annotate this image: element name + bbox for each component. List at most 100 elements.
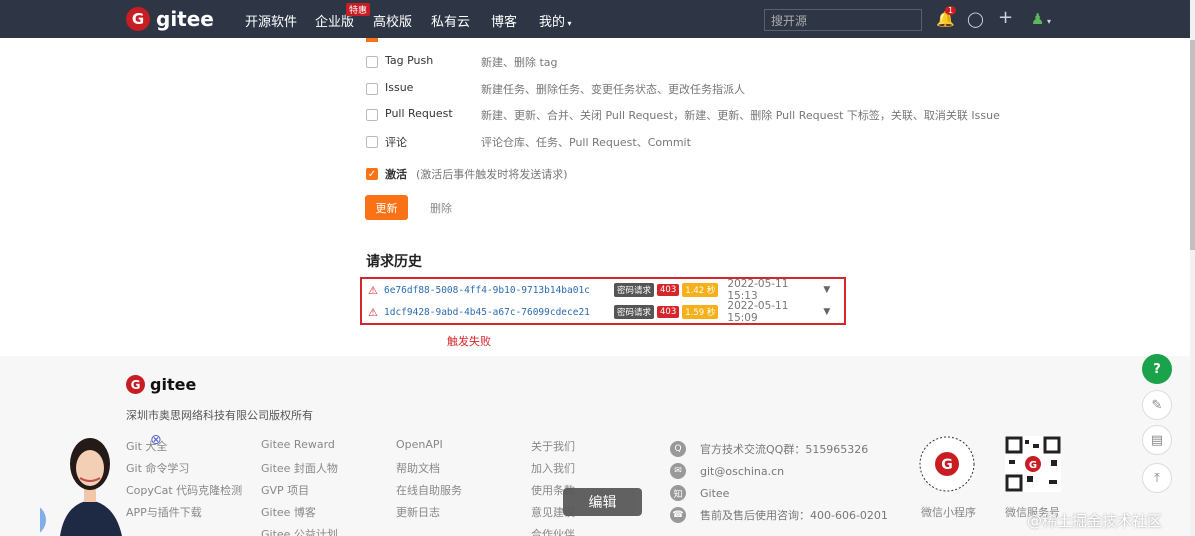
footer-col-3: OpenAPI 帮助文档 在线自助服务 更新日志 (396, 438, 462, 526)
footer-col-2: Gitee Reward Gitee 封面人物 GVP 项目 Gitee 博客 … (261, 438, 338, 536)
checkbox[interactable] (366, 109, 378, 121)
company-copyright: 深圳市奥思网络科技有限公司版权所有 (126, 409, 313, 422)
event-comment[interactable]: 评论 评论仓库、任务、Pull Request、Commit (366, 134, 691, 150)
activate-label: 激活 (385, 168, 407, 181)
help-button[interactable]: ? (1142, 354, 1172, 384)
avatar[interactable]: ♟ ▾ (1031, 10, 1051, 28)
request-id[interactable]: 6e76df88-5008-4ff4-9b10-9713b14ba01c (384, 285, 614, 296)
footer-link[interactable]: 合作伙伴 (531, 526, 575, 536)
footer-link[interactable]: Gitee 公益计划 (261, 526, 338, 536)
gitee-logo-icon: G (126, 375, 145, 394)
chevron-down-icon: ▾ (565, 19, 572, 28)
footer-link[interactable]: Gitee Reward (261, 438, 338, 460)
footer-link[interactable]: Git 大全 (126, 438, 242, 460)
footer-link[interactable]: 更新日志 (396, 504, 462, 526)
request-id[interactable]: 1dcf9428-9abd-4b45-a67c-76099cdece21 (384, 307, 614, 318)
footer-link[interactable]: 在线自助服务 (396, 482, 462, 504)
history-row[interactable]: ⚠ 6e76df88-5008-4ff4-9b10-9713b14ba01c 密… (368, 278, 830, 302)
contact-list: Q 官方技术交流QQ群：515965326 ✉ git@oschina.cn 知 Gi… (670, 438, 888, 526)
plus-icon[interactable]: + (998, 7, 1013, 28)
hot-badge: 特惠 (346, 3, 371, 16)
history-title: 请求历史 (366, 254, 422, 270)
activate-checkbox[interactable]: ✓ (366, 168, 378, 180)
search-input[interactable]: 搜开源 (764, 9, 922, 31)
checkbox[interactable] (366, 136, 378, 148)
mini-program-qr: G (919, 436, 975, 492)
checkbox[interactable] (366, 56, 378, 68)
duration-badge: 1.59 秒 (682, 305, 719, 319)
scrollbar-thumb[interactable] (1190, 40, 1195, 250)
nav-private-cloud[interactable]: 私有云 (431, 11, 470, 30)
svg-text:G: G (941, 457, 953, 473)
footer-logo[interactable]: G gitee (126, 375, 196, 394)
gitee-logo-icon: G (126, 7, 150, 31)
event-tag-push[interactable]: Tag Push 新建、删除 tag (366, 54, 558, 70)
event-issue[interactable]: Issue 新建任务、删除任务、变更任务状态、更改任务指派人 (366, 81, 745, 97)
push-checkbox-partial[interactable] (366, 38, 378, 42)
history-list: ⚠ 6e76df88-5008-4ff4-9b10-9713b14ba01c 密… (360, 277, 846, 325)
history-row[interactable]: ⚠ 1dcf9428-9abd-4b45-a67c-76099cdece21 密… (368, 300, 830, 324)
footer-link[interactable]: Git 命令学习 (126, 460, 242, 482)
footer-link[interactable]: Gitee 封面人物 (261, 460, 338, 482)
warning-icon: ⚠ (368, 283, 378, 297)
lightbulb-icon[interactable]: ◯ (967, 10, 984, 28)
contact-text: 售前及售后使用咨询：400-606-0201 (700, 509, 888, 522)
contact-text: 官方技术交流QQ群：515965326 (700, 443, 869, 456)
gitee-logo[interactable]: G gitee (126, 7, 214, 31)
zhihu-icon: 知 (670, 485, 686, 501)
service-account-qr: G (1005, 436, 1061, 492)
footer-link[interactable]: Gitee 博客 (261, 504, 338, 526)
contact-email[interactable]: ✉ git@oschina.cn (670, 460, 888, 482)
event-desc: 评论仓库、任务、Pull Request、Commit (481, 136, 691, 149)
chevron-down-icon[interactable]: ▼ (823, 307, 830, 317)
footer-link[interactable]: 加入我们 (531, 460, 575, 482)
back-to-top-icon[interactable]: ⤒ (1142, 463, 1172, 493)
nav-opensource[interactable]: 开源软件 (245, 11, 297, 30)
svg-text:G: G (1029, 460, 1037, 471)
phone-icon: ☎ (670, 507, 686, 523)
footer-link[interactable]: OpenAPI (396, 438, 462, 460)
event-desc: 新建、更新、合并、关闭 Pull Request，新建、更新、删除 Pull R… (481, 109, 1000, 122)
footer-col-4: 关于我们 加入我们 使用条款 意见建议 合作伙伴 (531, 438, 575, 536)
failure-annotation: 触发失败 (447, 335, 491, 348)
nav-mine-label: 我的 (539, 15, 566, 30)
event-desc: 新建、删除 tag (481, 56, 558, 69)
request-time: 2022-05-11 15:13 (727, 278, 789, 302)
footer-link[interactable]: 关于我们 (531, 438, 575, 460)
warning-icon: ⚠ (368, 305, 378, 319)
delete-button[interactable]: 删除 (430, 200, 452, 216)
footer-link[interactable]: GVP 项目 (261, 482, 338, 504)
footer-link[interactable]: CopyCat 代码克隆检测 (126, 482, 242, 504)
top-nav: G gitee 开源软件 企业版 特惠 高校版 私有云 博客 我的 ▾ 搜开源 … (0, 0, 1190, 38)
presenter-avatar (40, 438, 122, 536)
event-pull-request[interactable]: Pull Request 新建、更新、合并、关闭 Pull Request，新建… (366, 107, 1000, 123)
status-badge: 403 (657, 306, 680, 318)
page: G gitee 开源软件 企业版 特惠 高校版 私有云 博客 我的 ▾ 搜开源 … (0, 0, 1195, 536)
watermark: @稀土掘金技术社区 (1027, 512, 1163, 530)
contact-text: Gitee (700, 486, 730, 500)
chevron-down-icon: ▾ (1044, 17, 1052, 26)
nav-mine[interactable]: 我的 ▾ (539, 11, 572, 30)
edit-button[interactable]: 编辑 (563, 488, 642, 516)
close-icon[interactable]: ⊗ (150, 432, 162, 448)
feedback-edit-icon[interactable]: ✎ (1142, 390, 1172, 420)
event-name: 评论 (385, 136, 407, 149)
checkbox[interactable] (366, 83, 378, 95)
request-time: 2022-05-11 15:09 (727, 300, 789, 324)
request-type-badge: 密码请求 (614, 305, 655, 319)
nav-blog[interactable]: 博客 (491, 11, 517, 30)
footer-col-1: Git 大全 Git 命令学习 CopyCat 代码克隆检测 APP与插件下载 (126, 438, 242, 526)
event-desc: 新建任务、删除任务、变更任务状态、更改任务指派人 (481, 83, 745, 96)
contact-text: git@oschina.cn (700, 464, 785, 478)
chat-icon[interactable]: ▤ (1142, 425, 1172, 455)
contact-zhihu[interactable]: 知 Gitee (670, 482, 888, 504)
update-button[interactable]: 更新 (365, 195, 408, 220)
chevron-down-icon[interactable]: ▼ (823, 285, 830, 295)
duration-badge: 1.42 秒 (682, 283, 719, 297)
nav-university[interactable]: 高校版 (373, 11, 412, 30)
contact-qq: Q 官方技术交流QQ群：515965326 (670, 438, 888, 460)
footer-link[interactable]: APP与插件下载 (126, 504, 242, 526)
activate-row[interactable]: ✓ 激活 (激活后事件触发时将发送请求) (366, 166, 568, 182)
logo-text: gitee (156, 7, 214, 31)
footer-link[interactable]: 帮助文档 (396, 460, 462, 482)
